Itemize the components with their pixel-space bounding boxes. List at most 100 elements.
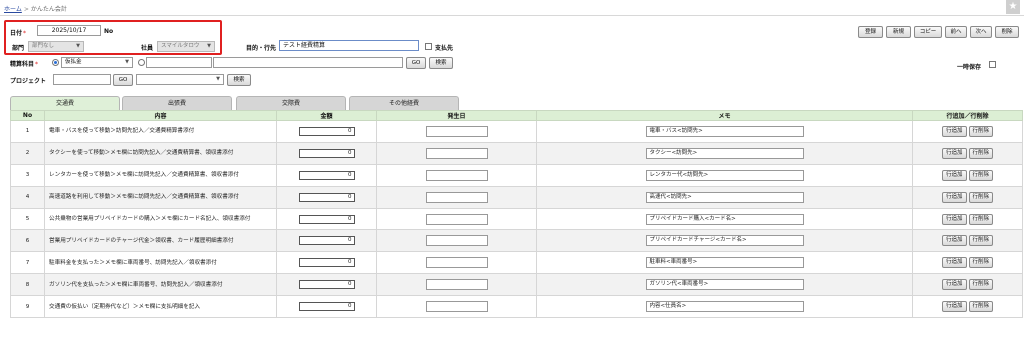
occurrence-date-input[interactable] [425, 279, 488, 291]
row-number: 9 [10, 295, 45, 319]
date-cell [376, 141, 537, 165]
occurrence-date-input[interactable] [425, 191, 488, 203]
remove-row-button[interactable]: 行削除 [968, 235, 994, 247]
account-radio-primary[interactable] [52, 59, 59, 66]
amount-input[interactable]: 0 [298, 280, 355, 290]
remove-row-button[interactable]: 行削除 [968, 301, 994, 313]
add-row-button[interactable]: 行追加 [941, 169, 967, 181]
temp-save-checkbox[interactable] [989, 61, 996, 68]
row-number: 3 [10, 163, 45, 187]
memo-input[interactable]: プリペイドカードチャージ<カード名> [645, 235, 804, 247]
tab-business-trip[interactable]: 出張費 [122, 96, 232, 110]
breadcrumb-home-link[interactable]: ホーム [4, 6, 22, 13]
table-row: 5 公共乗物の営業用プリペイドカードの購入＞メモ欄にカード名記入、領収書添付 0 プリ… [10, 207, 1023, 231]
occurrence-date-input[interactable] [425, 147, 488, 159]
memo-input[interactable]: レンタカー代<訪問先> [645, 169, 804, 181]
project-search-button[interactable]: 検索 [227, 74, 251, 86]
amount-input[interactable]: 0 [298, 236, 355, 246]
amount-value: 0 [348, 171, 352, 178]
memo-input[interactable]: 駐車料<車両番号> [645, 257, 804, 269]
amount-input[interactable]: 0 [298, 170, 355, 180]
tab-entertainment[interactable]: 交際費 [236, 96, 346, 110]
account-radio-other[interactable] [138, 59, 145, 66]
date-cell [376, 120, 537, 143]
account-name-input[interactable] [213, 57, 403, 68]
table-row: 3 レンタカーを使って移動＞メモ欄に訪問先記入／交通費精算書、領収書添付 0 レンタカ… [10, 163, 1023, 187]
row-number: 7 [10, 251, 45, 275]
amount-input[interactable]: 0 [298, 302, 355, 312]
amount-cell: 0 [276, 185, 377, 209]
column-header: 発生日 [376, 110, 537, 121]
remove-row-button[interactable]: 行削除 [968, 279, 994, 291]
remove-row-button[interactable]: 行削除 [968, 147, 994, 159]
remove-row-button[interactable]: 行削除 [968, 213, 994, 225]
chevron-down-icon: ▼ [216, 76, 220, 82]
account-select[interactable]: 仮払金 ▼ [61, 57, 133, 68]
highlight-box [4, 20, 222, 55]
add-row-button[interactable]: 行追加 [941, 301, 967, 313]
next-button[interactable]: 次へ [970, 26, 992, 38]
tab-other-expenses[interactable]: その他経費 [349, 96, 459, 110]
remove-row-button[interactable]: 行削除 [968, 191, 994, 203]
memo-input[interactable]: タクシー<訪問先> [645, 147, 804, 159]
account-search-button[interactable]: 検索 [429, 57, 453, 69]
table-row: 2 タクシーを使って移動＞メモ欄に訪問先記入／交通費精算書、領収書添付 0 タクシー<… [10, 141, 1023, 165]
add-row-button[interactable]: 行追加 [941, 257, 967, 269]
copy-button[interactable]: コピー [914, 26, 942, 38]
memo-input[interactable]: 高速代<訪問先> [645, 191, 804, 203]
add-row-button[interactable]: 行追加 [941, 213, 967, 225]
project-go-button[interactable]: GO [113, 74, 133, 86]
table-header-row: No 内容 金額 発生日 メモ 行追加／行削除 [10, 110, 1023, 121]
row-actions: 行追加 行削除 [912, 120, 1023, 143]
memo-input[interactable]: ガソリン代<車両番号> [645, 279, 804, 291]
amount-value: 0 [348, 127, 352, 134]
row-actions: 行追加 行削除 [912, 229, 1023, 253]
favorite-star-icon[interactable]: ★ [1006, 0, 1020, 14]
occurrence-date-input[interactable] [425, 301, 488, 313]
payee-checkbox[interactable] [425, 43, 432, 50]
occurrence-date-input[interactable] [425, 235, 488, 247]
row-actions: 行追加 行削除 [912, 185, 1023, 209]
table-row: 4 高速道路を利用して移動＞メモ欄に訪問先記入／交通費精算書、領収書添付 0 高速代<… [10, 185, 1023, 209]
purpose-input[interactable]: テスト経費精算 [279, 40, 419, 51]
account-code-input[interactable] [146, 57, 212, 68]
register-button[interactable]: 登録 [858, 26, 883, 38]
project-code-input[interactable] [53, 74, 111, 85]
memo-input[interactable]: 電車・バス<訪問先> [645, 125, 804, 137]
amount-input[interactable]: 0 [298, 214, 355, 224]
account-go-button[interactable]: GO [406, 57, 426, 69]
occurrence-date-input[interactable] [425, 213, 488, 225]
amount-input[interactable]: 0 [298, 126, 355, 136]
project-select[interactable]: ▼ [136, 74, 224, 85]
amount-cell: 0 [276, 141, 377, 165]
add-row-button[interactable]: 行追加 [941, 191, 967, 203]
add-row-button[interactable]: 行追加 [941, 125, 967, 137]
project-label: プロジェクト [10, 78, 47, 85]
add-row-button[interactable]: 行追加 [941, 147, 967, 159]
delete-button[interactable]: 削除 [995, 26, 1019, 38]
occurrence-date-input[interactable] [425, 169, 488, 181]
remove-row-button[interactable]: 行削除 [968, 257, 994, 269]
row-description: 駐車料金を支払った＞メモ欄に車両番号、訪問先記入／領収書添付 [44, 251, 277, 275]
tab-transport[interactable]: 交通費 [10, 96, 120, 110]
remove-row-button[interactable]: 行削除 [968, 125, 994, 137]
remove-row-button[interactable]: 行削除 [968, 169, 994, 181]
row-actions: 行追加 行削除 [912, 141, 1023, 165]
memo-input[interactable]: プリペイドカード購入<カード名> [645, 213, 804, 225]
amount-value: 0 [348, 259, 352, 266]
amount-input[interactable]: 0 [298, 258, 355, 268]
prev-button[interactable]: 前へ [945, 26, 967, 38]
memo-input[interactable]: 内容<仕員名> [645, 301, 804, 313]
amount-input[interactable]: 0 [298, 192, 355, 202]
row-description: レンタカーを使って移動＞メモ欄に訪問先記入／交通費精算書、領収書添付 [44, 163, 277, 187]
amount-input[interactable]: 0 [298, 148, 355, 158]
breadcrumb-separator: > [23, 6, 29, 13]
new-button[interactable]: 新規 [886, 26, 911, 38]
memo-cell: 駐車料<車両番号> [536, 251, 913, 275]
amount-cell: 0 [276, 295, 377, 319]
occurrence-date-input[interactable] [425, 125, 488, 137]
occurrence-date-input[interactable] [425, 257, 488, 269]
memo-cell: レンタカー代<訪問先> [536, 163, 913, 187]
add-row-button[interactable]: 行追加 [941, 279, 967, 291]
add-row-button[interactable]: 行追加 [941, 235, 967, 247]
